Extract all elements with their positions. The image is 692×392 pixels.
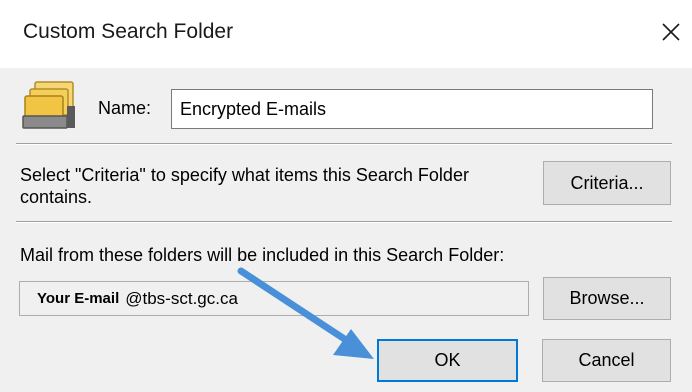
criteria-instructions: Select "Criteria" to specify what items … — [20, 165, 469, 207]
ok-button[interactable]: OK — [377, 339, 518, 382]
criteria-button[interactable]: Criteria... — [543, 161, 671, 205]
browse-button[interactable]: Browse... — [543, 277, 671, 320]
folder-stack-icon — [22, 81, 75, 129]
name-label: Name: — [98, 98, 152, 118]
folder-account-domain: @tbs-sct.gc.ca — [125, 288, 238, 308]
folders-instructions: Mail from these folders will be included… — [20, 245, 505, 265]
title-bar: Custom Search Folder — [0, 0, 692, 68]
divider-middle — [16, 221, 672, 223]
folders-field[interactable]: Your E-mail @tbs-sct.gc.ca — [19, 281, 529, 316]
close-icon — [662, 23, 680, 41]
cancel-button[interactable]: Cancel — [542, 339, 671, 382]
custom-search-folder-dialog: Custom Search Folder Name: Select "Crite… — [0, 0, 692, 392]
close-button[interactable] — [652, 12, 690, 52]
folder-account-name: Your E-mail — [37, 290, 120, 307]
divider-top — [16, 143, 672, 145]
name-field[interactable] — [171, 89, 653, 129]
dialog-title: Custom Search Folder — [23, 20, 234, 43]
